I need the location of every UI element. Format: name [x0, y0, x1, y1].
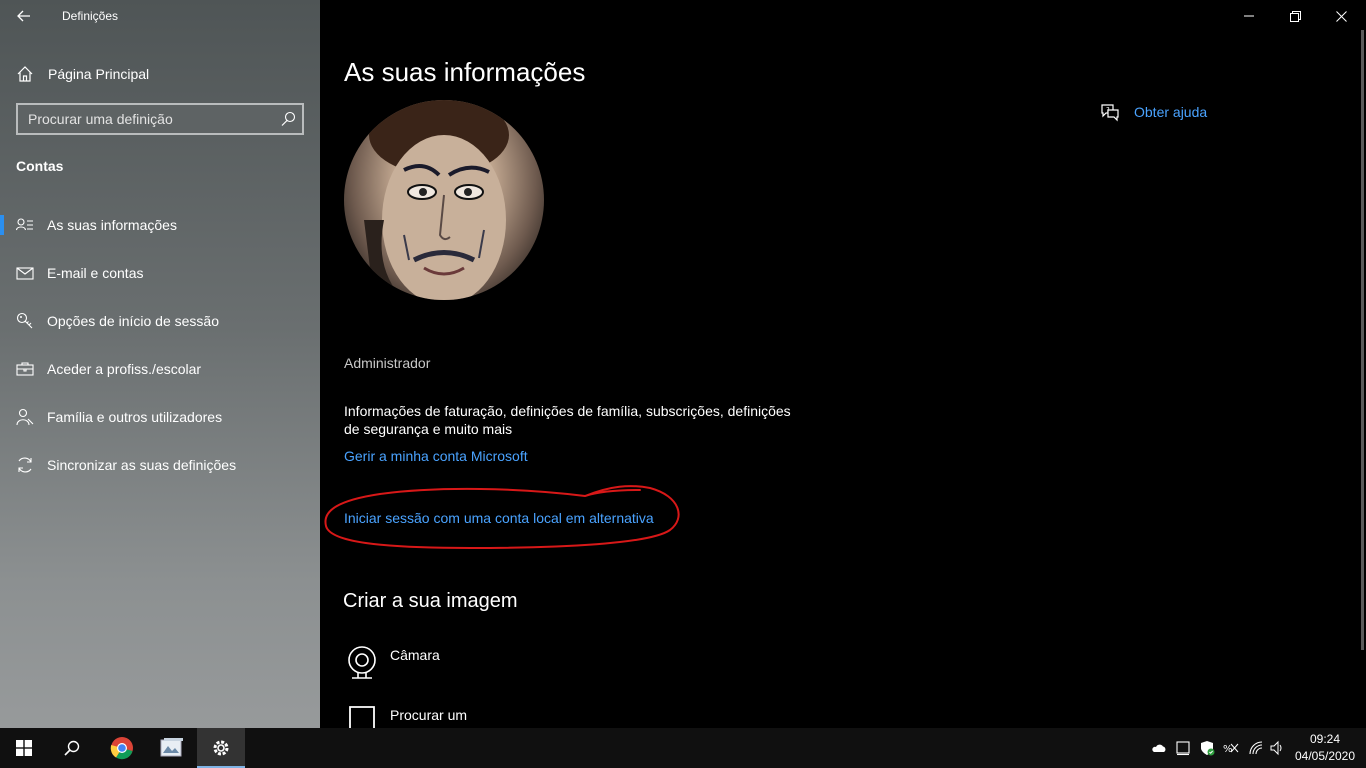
photo-viewer-icon	[160, 738, 183, 757]
scrollbar[interactable]	[1361, 30, 1364, 650]
sidebar-item-your-info[interactable]: As suas informações	[0, 205, 320, 245]
taskbar: % 09:24 04/05/2020	[0, 728, 1366, 768]
profile-face-image	[364, 100, 509, 300]
sidebar-item-label: Aceder a profiss./escolar	[47, 361, 202, 377]
photos-taskbar-button[interactable]	[148, 728, 196, 768]
minimize-icon	[1244, 15, 1254, 17]
home-nav-item[interactable]: Página Principal	[0, 56, 320, 92]
sidebar-item-work-school[interactable]: Aceder a profiss./escolar	[0, 349, 320, 389]
account-type: Administrador	[344, 355, 431, 371]
briefcase-icon	[16, 362, 34, 376]
wifi-icon[interactable]	[1248, 740, 1264, 756]
minimize-button[interactable]	[1226, 0, 1272, 32]
sidebar-item-label: Sincronizar as suas definições	[47, 457, 237, 473]
svg-text:?: ?	[1106, 106, 1110, 114]
back-button[interactable]	[10, 4, 38, 28]
person-info-icon	[16, 218, 33, 231]
search-icon	[64, 740, 80, 756]
home-icon	[17, 66, 33, 82]
sidebar-item-family[interactable]: Família e outros utilizadores	[0, 397, 320, 437]
account-info-text: Informações de faturação, definições de …	[344, 403, 791, 437]
key-icon	[16, 312, 33, 329]
language-icon[interactable]: %	[1223, 740, 1239, 756]
title-bar: Definições	[0, 0, 320, 32]
mail-icon	[16, 267, 34, 280]
search-icon[interactable]	[280, 111, 296, 127]
manage-microsoft-account-link[interactable]: Gerir a minha conta Microsoft	[344, 448, 528, 464]
start-button[interactable]	[0, 728, 48, 768]
profile-picture	[344, 100, 544, 300]
browse-option-label: Procurar um	[390, 707, 468, 723]
security-shield-icon[interactable]	[1199, 740, 1215, 756]
sidebar-item-label: Família e outros utilizadores	[47, 409, 223, 425]
create-picture-heading: Criar a sua imagem	[343, 590, 518, 612]
onedrive-icon[interactable]	[1151, 740, 1167, 756]
get-help-label: Obter ajuda	[1134, 104, 1208, 120]
help-chat-icon: ?	[1101, 104, 1119, 122]
sidebar-item-sign-in-options[interactable]: Opções de início de sessão	[0, 301, 320, 341]
sidebar: Definições Página Principal Contas As su…	[0, 0, 320, 728]
section-heading: Contas	[16, 158, 64, 174]
main-content: As suas informações ? Obter ajuda Admini…	[320, 0, 1366, 728]
chrome-icon	[110, 737, 133, 760]
close-icon	[1335, 10, 1347, 22]
clock-date: 04/05/2020	[1294, 749, 1356, 763]
app-title: Definições	[62, 9, 119, 23]
windows-logo-icon	[16, 740, 32, 756]
back-arrow-icon	[17, 10, 30, 22]
people-icon	[16, 408, 34, 426]
search-input[interactable]	[18, 105, 278, 133]
sidebar-item-label: Opções de início de sessão	[47, 313, 219, 329]
home-label: Página Principal	[48, 66, 150, 82]
tablet-icon[interactable]	[1175, 740, 1191, 756]
close-button[interactable]	[1318, 0, 1364, 32]
svg-text:%: %	[1223, 744, 1233, 755]
volume-icon[interactable]	[1269, 740, 1285, 756]
search-box[interactable]	[16, 103, 304, 135]
chrome-taskbar-button[interactable]	[98, 728, 146, 768]
gear-icon	[213, 740, 229, 756]
sidebar-item-sync[interactable]: Sincronizar as suas definições	[0, 445, 320, 485]
local-account-sign-in-link[interactable]: Iniciar sessão com uma conta local em al…	[344, 510, 654, 526]
restore-icon	[1289, 10, 1301, 22]
sidebar-item-label: E-mail e contas	[47, 265, 144, 281]
restore-button[interactable]	[1272, 0, 1318, 32]
sidebar-item-email[interactable]: E-mail e contas	[0, 253, 320, 293]
taskbar-search-button[interactable]	[48, 728, 96, 768]
page-title: As suas informações	[344, 57, 586, 87]
camera-option-label: Câmara	[390, 647, 440, 663]
sidebar-item-label: As suas informações	[47, 217, 177, 233]
camera-option[interactable]: Câmara	[344, 645, 644, 685]
sync-icon	[18, 457, 32, 473]
settings-taskbar-button[interactable]	[197, 728, 245, 768]
clock-time: 09:24	[1309, 732, 1341, 746]
camera-icon	[348, 646, 376, 679]
system-clock[interactable]: 09:24 04/05/2020	[1290, 731, 1360, 765]
